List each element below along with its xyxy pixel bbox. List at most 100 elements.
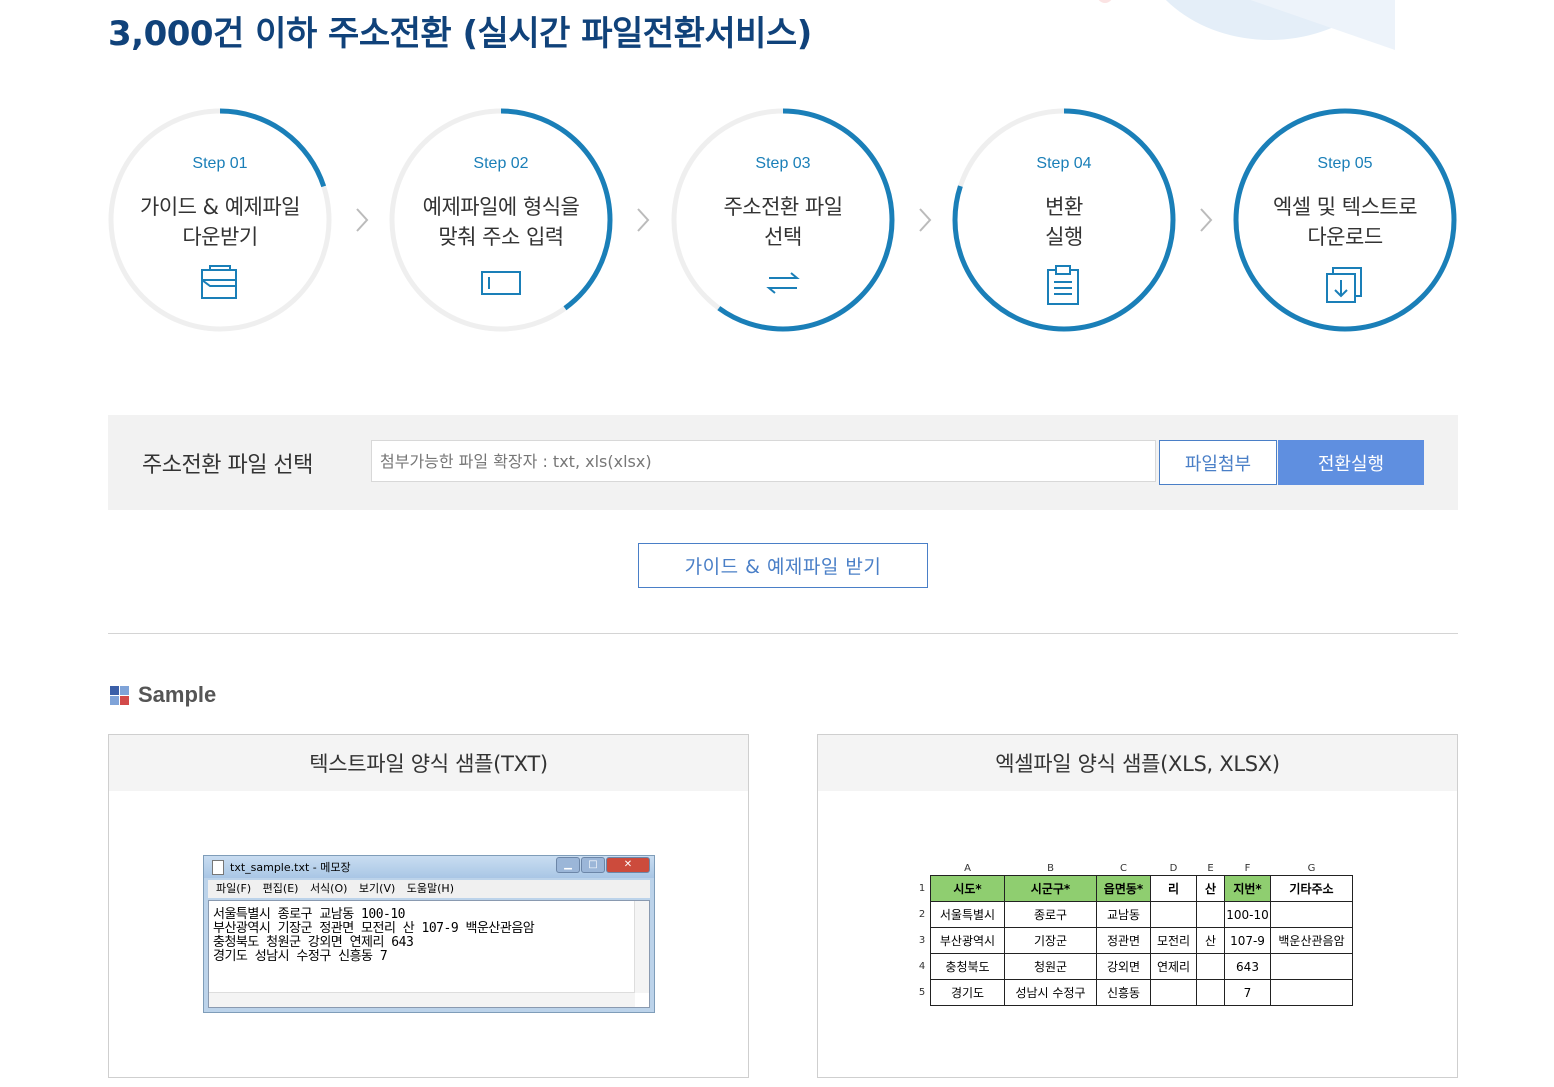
sample-title: Sample: [138, 682, 217, 707]
table-cell: 신흥동: [1096, 979, 1151, 1006]
column-letter: E: [1207, 862, 1214, 874]
table-row: 4 충청북도 청원군 강외면 연제리 643: [914, 953, 1353, 980]
step-text-line: 다운로드: [1307, 225, 1383, 249]
step-text-line: 선택: [764, 225, 802, 249]
grid-icon: [110, 686, 129, 705]
chevron-right-icon: [637, 208, 650, 232]
step-text-line: 엑셀 및 텍스트로: [1272, 195, 1418, 219]
download-icon: [1326, 267, 1362, 303]
step-description: 가이드 & 예제파일다운받기: [114, 192, 326, 252]
table-cell: 모전리: [1150, 927, 1197, 954]
attach-file-button[interactable]: 파일첨부: [1159, 440, 1277, 485]
notepad-menu-item: 편집(E): [262, 882, 299, 895]
row-number: 3: [918, 935, 926, 946]
row-number: 2: [918, 909, 926, 920]
table-cell: [1196, 901, 1225, 928]
notepad-text-area: 서울특별시 종로구 교남동 100-10 부산광역시 기장군 정관면 모전리 산…: [208, 900, 650, 1008]
step-text-line: 예제파일에 형식을: [422, 195, 580, 219]
file-select-label: 주소전환 파일 선택: [142, 453, 313, 478]
table-cell: [1196, 979, 1225, 1006]
table-cell: 성남시 수정구: [1004, 979, 1097, 1006]
notepad-menu-item: 도움말(H): [406, 882, 454, 895]
step-description: 예제파일에 형식을맞춰 주소 입력: [395, 192, 607, 252]
text-input-icon: [481, 271, 521, 295]
notepad-line: 경기도 성남시 수정구 신흥동 7: [213, 949, 388, 964]
document-icon: [212, 860, 224, 875]
table-cell: 청원군: [1004, 953, 1097, 980]
step-number: Step 01: [192, 155, 248, 172]
chevron-right-icon: [919, 208, 932, 232]
txt-sample-card: 텍스트파일 양식 샘플(TXT) txt_sample.txt - 메모장 ▁ …: [108, 734, 749, 1078]
column-letter: F: [1244, 862, 1251, 874]
step-number: Step 02: [473, 155, 529, 172]
table-cell: [1196, 953, 1225, 980]
table-row: 3 부산광역시 기장군 정관면 모전리 산 107-9 백운산관음암: [914, 927, 1353, 954]
notepad-screenshot: txt_sample.txt - 메모장 ▁ □ ✕ 파일(F) 편집(E) 서…: [203, 855, 655, 1013]
table-cell: 정관면: [1096, 927, 1151, 954]
step-description: 주소전환 파일선택: [677, 192, 889, 252]
table-header-row: 1 시도* 시군구* 읍면동* 리 산 지번* 기타주소: [914, 875, 1353, 902]
guide-download-button[interactable]: 가이드 & 예제파일 받기: [638, 543, 928, 588]
chevron-right-icon: [1200, 208, 1213, 232]
row-number: 5: [918, 987, 926, 998]
step-text-line: 맞춰 주소 입력: [438, 225, 564, 249]
notepad-menubar: 파일(F) 편집(E) 서식(O) 보기(V) 도움말(H): [208, 880, 650, 898]
step-number: Step 03: [755, 155, 811, 172]
table-cell: 부산광역시: [930, 927, 1005, 954]
file-path-input[interactable]: [371, 440, 1156, 482]
header-cell: 지번*: [1224, 875, 1271, 902]
step-number: Step 04: [1036, 155, 1092, 172]
column-letter: G: [1307, 862, 1316, 874]
table-row: 2 서울특별시 종로구 교남동 100-10: [914, 901, 1353, 928]
step-description: 엑셀 및 텍스트로다운로드: [1239, 192, 1451, 252]
clipboard-icon: [1047, 265, 1079, 305]
table-cell: 643: [1224, 953, 1271, 980]
xls-sample-title: 엑셀파일 양식 샘플(XLS, XLSX): [818, 735, 1457, 791]
table-cell: 서울특별시: [930, 901, 1005, 928]
table-cell: [1150, 901, 1197, 928]
close-icon: ✕: [606, 857, 650, 873]
step-1: Step 01 가이드 & 예제파일다운받기: [108, 108, 332, 332]
table-row: 5 경기도 성남시 수정구 신흥동 7: [914, 979, 1353, 1006]
header-cell: 시도*: [930, 875, 1005, 902]
notepad-window-title: txt_sample.txt - 메모장: [230, 861, 351, 874]
notepad-titlebar: txt_sample.txt - 메모장 ▁ □ ✕: [204, 856, 654, 878]
table-cell: 교남동: [1096, 901, 1151, 928]
table-cell: [1270, 979, 1353, 1006]
xls-sample-card: 엑셀파일 양식 샘플(XLS, XLSX) A B C D E F G 1 시도…: [817, 734, 1458, 1078]
table-cell: 충청북도: [930, 953, 1005, 980]
step-text-line: 가이드 & 예제파일: [140, 195, 300, 219]
notepad-menu-item: 서식(O): [309, 882, 348, 895]
process-steps: Step 01 가이드 & 예제파일다운받기 Step 02 예제파일에 형식을맞춰 …: [0, 0, 1554, 360]
vertical-scrollbar: [634, 901, 649, 993]
column-letter: C: [1120, 862, 1127, 874]
chevron-right-icon: [356, 208, 369, 232]
table-cell: 기장군: [1004, 927, 1097, 954]
section-divider: [108, 633, 1458, 634]
table-cell: [1150, 979, 1197, 1006]
table-cell: 107-9: [1224, 927, 1271, 954]
table-cell: [1270, 953, 1353, 980]
horizontal-scrollbar: [209, 992, 635, 1007]
step-description: 변환 실행: [958, 192, 1170, 252]
table-cell: 산: [1196, 927, 1225, 954]
run-conversion-button[interactable]: 전환실행: [1278, 440, 1424, 485]
column-letter: A: [964, 862, 971, 874]
step-number: Step 05: [1317, 155, 1373, 172]
excel-sample-table: A B C D E F G 1 시도* 시군구* 읍면동* 리 산 지번* 기타…: [914, 861, 1353, 1006]
table-cell: 종로구: [1004, 901, 1097, 928]
table-cell: 경기도: [930, 979, 1005, 1006]
table-cell: 100-10: [1224, 901, 1271, 928]
header-cell: 읍면동*: [1096, 875, 1151, 902]
header-cell: 리: [1150, 875, 1197, 902]
step-text-line: 주소전환 파일: [723, 195, 843, 219]
folder-icon: [201, 265, 237, 299]
step-5: Step 05 엑셀 및 텍스트로다운로드: [1233, 108, 1457, 332]
maximize-icon: □: [581, 857, 605, 873]
table-cell: 7: [1224, 979, 1271, 1006]
notepad-menu-item: 보기(V): [358, 882, 396, 895]
step-text-line: 변환: [1045, 195, 1083, 219]
step-4: Step 04 변환 실행: [952, 108, 1176, 332]
file-select-bar: 주소전환 파일 선택 파일첨부 전환실행: [108, 415, 1458, 510]
step-text-line: 다운받기: [182, 225, 258, 249]
